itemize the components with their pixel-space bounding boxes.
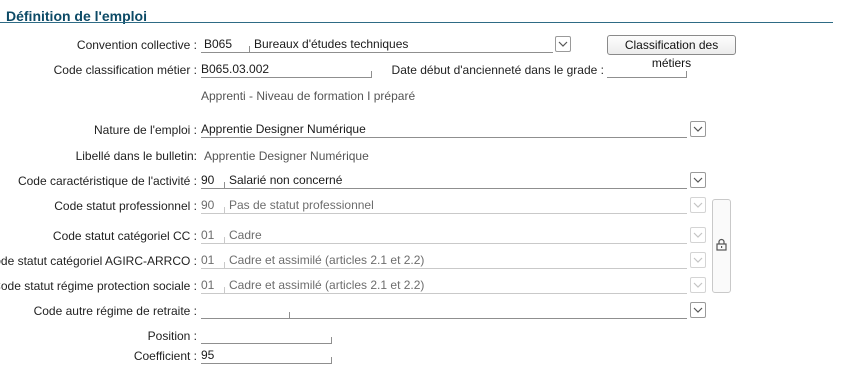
statut-agirc-label: Code statut catégoriel AGIRC-ARRCO : — [0, 254, 197, 268]
statut-agirc-dropdown-button[interactable] — [690, 252, 706, 268]
field-separator — [686, 71, 687, 77]
anciennete-date-input[interactable] — [607, 61, 687, 78]
statut-cc-code: 01 — [201, 228, 215, 242]
activite-text: Salarié non concerné — [229, 173, 343, 187]
field-separator — [224, 262, 225, 268]
activite-code: 90 — [201, 173, 215, 187]
chevron-down-icon — [693, 126, 703, 132]
chevron-down-icon — [693, 307, 703, 313]
coefficient-label: Coefficient : — [133, 349, 197, 363]
nature-select[interactable]: Apprentie Designer Numérique — [201, 121, 687, 138]
field-separator — [224, 237, 225, 243]
chevron-down-icon — [693, 202, 703, 208]
statut-pro-code: 90 — [201, 198, 215, 212]
statut-cc-select[interactable]: 01 Cadre — [201, 227, 687, 244]
coefficient-value: 95 — [201, 348, 215, 362]
field-separator — [249, 46, 250, 52]
field-separator — [331, 357, 332, 363]
libelle-value: Apprentie Designer Numérique — [204, 149, 369, 163]
chevron-down-icon — [558, 41, 568, 47]
libelle-label: Libellé dans le bulletin: — [75, 149, 197, 163]
position-label: Position : — [147, 329, 197, 343]
activite-dropdown-button[interactable] — [690, 172, 706, 188]
activite-label: Code caractéristique de l'activité : — [17, 174, 197, 188]
coefficient-input[interactable]: 95 — [201, 347, 332, 364]
classification-metiers-button[interactable]: Classification des métiers — [607, 35, 736, 70]
field-separator — [224, 182, 225, 188]
field-separator — [371, 71, 372, 77]
classification-value: B065.03.002 — [201, 62, 270, 76]
statut-agirc-select[interactable]: 01 Cadre et assimilé (articles 2.1 et 2.… — [201, 252, 687, 269]
classification-description: Apprenti - Niveau de formation I préparé — [201, 89, 416, 103]
convention-select[interactable]: B065 Bureaux d'études techniques — [201, 36, 553, 53]
statut-pro-text: Pas de statut professionnel — [229, 198, 374, 212]
unlock-status-panel[interactable] — [712, 199, 731, 293]
convention-text: Bureaux d'études techniques — [254, 37, 409, 51]
statut-protection-select[interactable]: 01 Cadre et assimilé (articles 2.1 et 2.… — [201, 277, 687, 294]
section-divider — [0, 22, 833, 23]
autre-regime-dropdown-button[interactable] — [690, 302, 706, 318]
field-separator — [331, 337, 332, 343]
convention-label: Convention collective : — [76, 38, 197, 52]
chevron-down-icon — [693, 282, 703, 288]
statut-protection-code: 01 — [201, 278, 215, 292]
field-separator — [224, 207, 225, 213]
statut-agirc-text: Cadre et assimilé (articles 2.1 et 2.2) — [229, 253, 425, 267]
convention-code: B065 — [204, 37, 233, 51]
statut-pro-select[interactable]: 90 Pas de statut professionnel — [201, 197, 687, 214]
activite-select[interactable]: 90 Salarié non concerné — [201, 172, 687, 189]
statut-pro-dropdown-button[interactable] — [690, 197, 706, 213]
nature-value: Apprentie Designer Numérique — [201, 122, 366, 136]
chevron-down-icon — [693, 232, 703, 238]
statut-protection-text: Cadre et assimilé (articles 2.1 et 2.2) — [229, 278, 425, 292]
autre-regime-label: Code autre régime de retraite : — [33, 304, 197, 318]
convention-dropdown-button[interactable] — [555, 36, 571, 52]
statut-cc-label: Code statut catégoriel CC : — [52, 229, 197, 243]
statut-agirc-code: 01 — [201, 253, 215, 267]
statut-cc-dropdown-button[interactable] — [690, 227, 706, 243]
nature-label: Nature de l'emploi : — [93, 123, 197, 137]
chevron-down-icon — [693, 257, 703, 263]
field-separator — [289, 312, 290, 318]
nature-dropdown-button[interactable] — [690, 121, 706, 137]
anciennete-label: Date début d'ancienneté dans le grade : — [391, 63, 604, 77]
autre-regime-select[interactable] — [201, 302, 687, 319]
statut-protection-dropdown-button[interactable] — [690, 277, 706, 293]
field-separator — [224, 287, 225, 293]
position-input[interactable] — [201, 327, 332, 344]
classification-input[interactable]: B065.03.002 — [201, 61, 372, 78]
classification-label: Code classification métier : — [53, 63, 197, 77]
statut-pro-label: Code statut professionnel : — [54, 199, 197, 213]
statut-cc-text: Cadre — [229, 228, 262, 242]
chevron-down-icon — [693, 177, 703, 183]
statut-protection-label: Code statut régime protection sociale : — [0, 279, 197, 293]
lock-icon — [716, 238, 727, 251]
